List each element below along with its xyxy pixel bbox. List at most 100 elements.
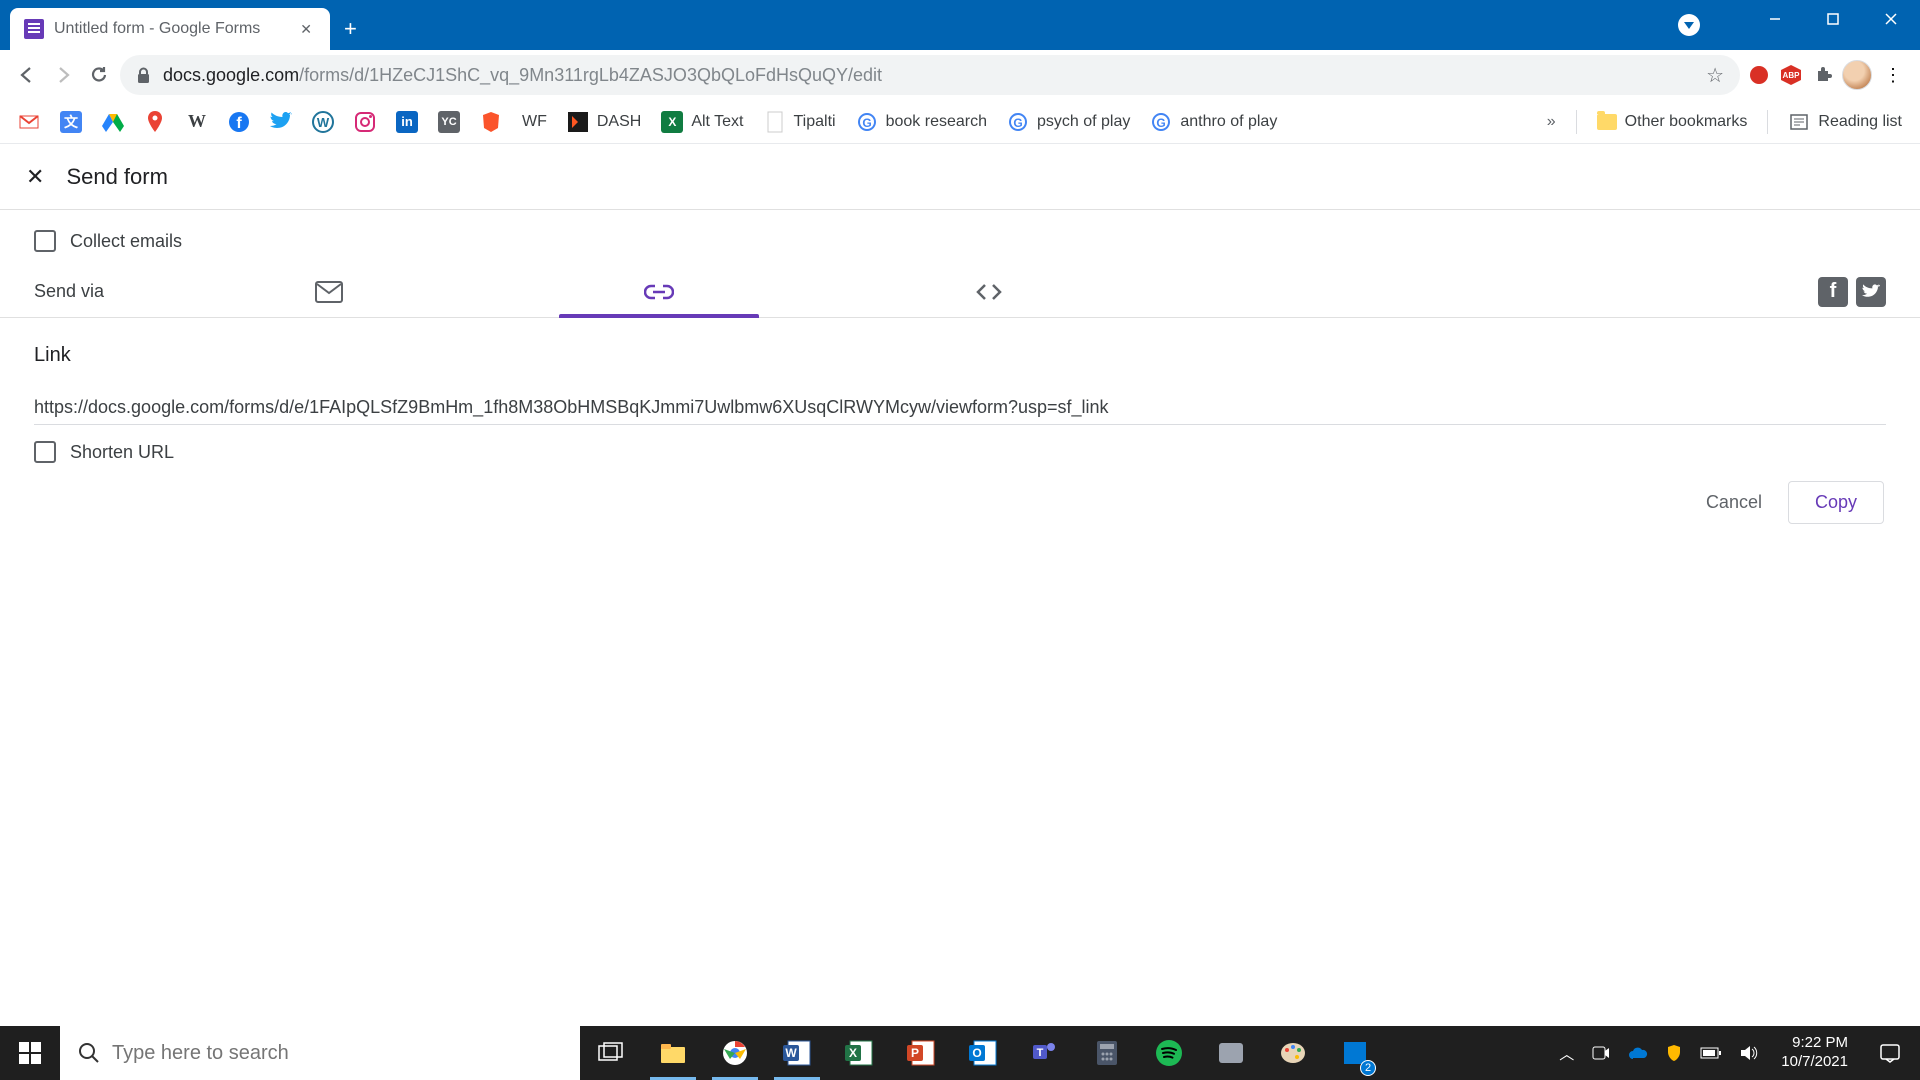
minimize-button[interactable] xyxy=(1746,0,1804,38)
other-bookmarks-button[interactable]: Other bookmarks xyxy=(1597,113,1748,131)
taskbar-apps: W X P O T 2 xyxy=(580,1026,1386,1080)
bookmark-psychofplay[interactable]: Gpsych of play xyxy=(1007,111,1130,133)
taskbar-app-1[interactable] xyxy=(1200,1026,1262,1080)
taskbar-paint[interactable] xyxy=(1262,1026,1324,1080)
taskbar-search[interactable] xyxy=(60,1026,580,1080)
maps-pin-icon xyxy=(144,111,166,133)
browser-titlebar: Untitled form - Google Forms ✕ + xyxy=(0,0,1920,50)
bookmark-instagram[interactable] xyxy=(354,111,376,133)
link-section: Link Shorten URL Cancel Copy xyxy=(0,318,1920,550)
taskbar-chrome[interactable] xyxy=(704,1026,766,1080)
taskbar-spotify[interactable] xyxy=(1138,1026,1200,1080)
bookmark-wordpress[interactable]: W xyxy=(312,111,334,133)
bookmark-tipalti[interactable]: Tipalti xyxy=(764,111,836,133)
bookmark-star-icon[interactable]: ☆ xyxy=(1706,63,1724,88)
taskbar-excel[interactable]: X xyxy=(828,1026,890,1080)
shorten-url-checkbox[interactable] xyxy=(34,441,56,463)
notifications-button[interactable] xyxy=(1864,1043,1916,1063)
close-icon[interactable]: ✕ xyxy=(26,164,44,190)
google-icon: G xyxy=(1007,111,1029,133)
browser-tab[interactable]: Untitled form - Google Forms ✕ xyxy=(10,8,330,50)
cancel-button[interactable]: Cancel xyxy=(1688,481,1780,524)
link-url-input[interactable] xyxy=(34,391,1886,425)
taskbar-app-2[interactable]: 2 xyxy=(1324,1026,1386,1080)
forward-button[interactable] xyxy=(48,60,78,90)
url-path: /forms/d/1HZeCJ1ShC_vq_9Mn311rgLb4ZASJO3… xyxy=(299,65,882,85)
tray-meet-icon[interactable] xyxy=(1585,1046,1617,1060)
bookmark-wikipedia[interactable]: W xyxy=(186,111,208,133)
badge: 2 xyxy=(1360,1060,1376,1076)
back-button[interactable] xyxy=(12,60,42,90)
bookmark-maps[interactable] xyxy=(144,111,166,133)
reload-button[interactable] xyxy=(84,60,114,90)
bookmarks-bar: 文 W f W in YC WF DASH XAlt Text Tipalti … xyxy=(0,100,1920,144)
taskbar-word[interactable]: W xyxy=(766,1026,828,1080)
close-window-button[interactable] xyxy=(1862,0,1920,38)
tray-battery-icon[interactable] xyxy=(1693,1047,1729,1059)
bookmark-wf[interactable]: WF xyxy=(522,113,547,131)
extension-icon-1[interactable] xyxy=(1746,62,1772,88)
bookmark-yc[interactable]: YC xyxy=(438,111,460,133)
share-facebook-button[interactable]: f xyxy=(1818,277,1848,307)
tray-chevron-up-icon[interactable]: ︿ xyxy=(1552,1043,1581,1064)
bookmark-label: WF xyxy=(522,113,547,131)
windows-logo-icon xyxy=(19,1042,41,1064)
search-input[interactable] xyxy=(112,1042,562,1065)
bookmark-dash[interactable]: DASH xyxy=(567,111,641,133)
bookmark-alttext[interactable]: XAlt Text xyxy=(661,111,743,133)
bookmark-drive[interactable] xyxy=(102,111,124,133)
address-bar[interactable]: docs.google.com/forms/d/1HZeCJ1ShC_vq_9M… xyxy=(120,55,1740,95)
folder-icon xyxy=(1597,114,1617,130)
bookmark-facebook[interactable]: f xyxy=(228,111,250,133)
windows-taskbar: W X P O T 2 ︿ 9:22 PM 10/7/2021 xyxy=(0,1026,1920,1080)
taskbar-teams[interactable]: T xyxy=(1014,1026,1076,1080)
collect-emails-checkbox[interactable] xyxy=(34,230,56,252)
bookmarks-overflow-icon[interactable]: » xyxy=(1547,113,1556,131)
reading-list-label: Reading list xyxy=(1818,113,1902,131)
reading-list-icon xyxy=(1788,111,1810,133)
taskbar-outlook[interactable]: O xyxy=(952,1026,1014,1080)
bookmark-twitter[interactable] xyxy=(270,111,292,133)
clock-time: 9:22 PM xyxy=(1781,1034,1848,1053)
chrome-menu-button[interactable]: ⋮ xyxy=(1878,65,1908,86)
close-tab-icon[interactable]: ✕ xyxy=(296,21,316,38)
bookmark-linkedin[interactable]: in xyxy=(396,111,418,133)
extension-abp-icon[interactable]: ABP xyxy=(1778,62,1804,88)
bookmark-gmail[interactable] xyxy=(18,111,40,133)
tab-link[interactable] xyxy=(494,266,824,318)
tray-onedrive-icon[interactable] xyxy=(1621,1046,1655,1060)
start-button[interactable] xyxy=(0,1026,60,1080)
tray-volume-icon[interactable] xyxy=(1733,1045,1765,1061)
tray-security-icon[interactable] xyxy=(1659,1044,1689,1062)
task-view-button[interactable] xyxy=(580,1026,642,1080)
profile-avatar[interactable] xyxy=(1842,60,1872,90)
bookmark-translate[interactable]: 文 xyxy=(60,111,82,133)
bookmark-brave[interactable] xyxy=(480,111,502,133)
shorten-url-row: Shorten URL xyxy=(34,441,1886,463)
tab-email[interactable] xyxy=(164,266,494,318)
bookmark-anthroplay[interactable]: Ganthro of play xyxy=(1150,111,1277,133)
share-twitter-button[interactable] xyxy=(1856,277,1886,307)
bookmark-bookresearch[interactable]: Gbook research xyxy=(856,111,987,133)
svg-text:P: P xyxy=(911,1046,919,1060)
new-tab-button[interactable]: + xyxy=(330,8,371,50)
yc-icon: YC xyxy=(438,111,460,133)
taskbar-calculator[interactable] xyxy=(1076,1026,1138,1080)
taskbar-clock[interactable]: 9:22 PM 10/7/2021 xyxy=(1769,1034,1860,1072)
svg-text:T: T xyxy=(1037,1047,1044,1059)
app-dropdown-indicator[interactable] xyxy=(1678,14,1700,36)
browser-toolbar: docs.google.com/forms/d/1HZeCJ1ShC_vq_9M… xyxy=(0,50,1920,100)
copy-button[interactable]: Copy xyxy=(1788,481,1884,524)
taskbar-powerpoint[interactable]: P xyxy=(890,1026,952,1080)
tab-title: Untitled form - Google Forms xyxy=(54,20,286,38)
reading-list-button[interactable]: Reading list xyxy=(1788,111,1902,133)
taskbar-file-explorer[interactable] xyxy=(642,1026,704,1080)
tab-embed[interactable] xyxy=(824,266,1154,318)
other-bookmarks-label: Other bookmarks xyxy=(1625,113,1748,131)
maximize-button[interactable] xyxy=(1804,0,1862,38)
google-icon: G xyxy=(1150,111,1172,133)
translate-icon: 文 xyxy=(60,111,82,133)
wordpress-icon: W xyxy=(312,111,334,133)
extensions-puzzle-icon[interactable] xyxy=(1810,62,1836,88)
divider xyxy=(1576,110,1577,134)
